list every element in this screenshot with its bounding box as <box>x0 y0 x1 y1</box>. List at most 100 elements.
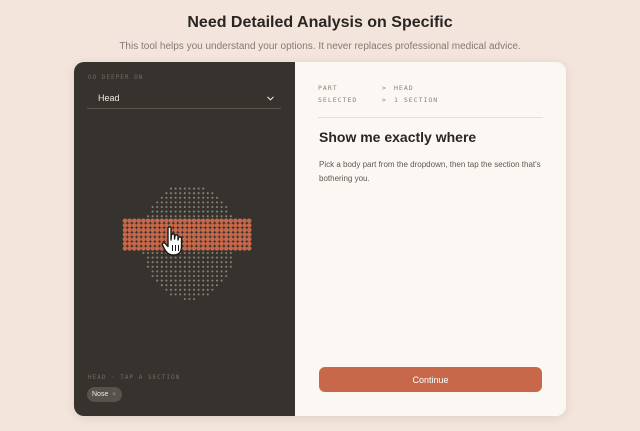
head-dot[interactable] <box>188 293 191 296</box>
head-dot[interactable] <box>188 210 191 213</box>
head-dot[interactable] <box>165 210 168 213</box>
head-dot-selected[interactable] <box>228 218 234 224</box>
head-dot[interactable] <box>183 274 186 278</box>
head-dot[interactable] <box>188 251 191 255</box>
head-dot[interactable] <box>183 279 186 282</box>
head-dot-selected[interactable] <box>173 227 178 233</box>
head-dot-selected[interactable] <box>237 223 243 228</box>
head-dot-selected[interactable] <box>182 236 188 242</box>
head-dot[interactable] <box>192 256 196 259</box>
head-dot-selected[interactable] <box>200 218 206 224</box>
head-dot[interactable] <box>215 205 219 209</box>
head-dot-selected[interactable] <box>182 227 188 233</box>
head-dot[interactable] <box>220 201 223 204</box>
head-dot-selected[interactable] <box>246 246 252 251</box>
head-dot-selected[interactable] <box>210 232 215 237</box>
head-dot-selected[interactable] <box>228 241 234 247</box>
head-dot-selected[interactable] <box>182 241 188 247</box>
head-dot[interactable] <box>215 215 219 218</box>
head-dot-selected[interactable] <box>127 227 132 233</box>
head-dot-selected[interactable] <box>196 232 201 237</box>
head-dot[interactable] <box>160 270 163 273</box>
head-dot[interactable] <box>165 261 168 264</box>
head-dot[interactable] <box>179 284 182 287</box>
head-dot[interactable] <box>188 284 191 287</box>
head-dot-selected[interactable] <box>191 236 197 242</box>
head-dot[interactable] <box>197 293 200 296</box>
head-dot[interactable] <box>206 293 209 296</box>
head-dot[interactable] <box>192 284 196 287</box>
head-dot[interactable] <box>179 279 182 282</box>
head-dot[interactable] <box>215 284 219 287</box>
head-dot[interactable] <box>160 251 163 255</box>
head-dot[interactable] <box>197 196 200 199</box>
head-dot[interactable] <box>192 196 196 199</box>
head-dot-selected[interactable] <box>164 218 169 224</box>
head-dot-selected[interactable] <box>242 236 247 242</box>
head-dot[interactable] <box>202 215 205 218</box>
head-dot-selected[interactable] <box>246 236 252 242</box>
head-dot-selected[interactable] <box>182 218 188 224</box>
head-dot[interactable] <box>215 201 219 204</box>
head-dot[interactable] <box>206 210 209 213</box>
head-dot[interactable] <box>220 265 223 268</box>
head-dot[interactable] <box>225 215 228 218</box>
head-dot-selected[interactable] <box>127 223 132 228</box>
head-dot[interactable] <box>206 265 209 268</box>
head-dot[interactable] <box>179 274 182 278</box>
head-dot[interactable] <box>183 256 186 259</box>
head-dot[interactable] <box>146 256 150 259</box>
head-dot[interactable] <box>192 274 196 278</box>
head-dot[interactable] <box>188 274 191 278</box>
head-dot-selected[interactable] <box>159 218 165 224</box>
head-dot[interactable] <box>156 251 159 255</box>
head-dot[interactable] <box>165 265 168 268</box>
head-dot[interactable] <box>183 210 186 213</box>
head-dot-selected[interactable] <box>173 223 178 228</box>
head-dot[interactable] <box>206 192 209 195</box>
head-dot[interactable] <box>169 288 173 291</box>
head-dot-selected[interactable] <box>187 246 192 251</box>
head-dot-selected[interactable] <box>237 232 243 237</box>
head-dot[interactable] <box>165 256 168 259</box>
head-dot-selected[interactable] <box>159 227 165 233</box>
head-dot-selected[interactable] <box>242 218 247 224</box>
head-dot[interactable] <box>202 201 205 204</box>
head-dot-selected[interactable] <box>182 246 188 251</box>
head-dot-selected[interactable] <box>187 223 192 228</box>
head-dot[interactable] <box>169 274 173 278</box>
selected-section-chip[interactable]: Nose × <box>87 387 122 402</box>
head-dot-selected[interactable] <box>187 218 192 224</box>
head-dot-selected[interactable] <box>219 227 224 233</box>
head-dot-selected[interactable] <box>150 227 155 233</box>
head-dot[interactable] <box>188 261 191 264</box>
head-dot[interactable] <box>188 270 191 273</box>
head-dot-selected[interactable] <box>242 246 247 251</box>
head-dot[interactable] <box>179 256 182 259</box>
head-dot[interactable] <box>211 265 214 268</box>
head-dot[interactable] <box>174 201 177 204</box>
head-dot[interactable] <box>169 265 173 268</box>
head-dot[interactable] <box>156 274 159 278</box>
head-dot-selected[interactable] <box>196 246 201 251</box>
head-dot-selected[interactable] <box>200 223 206 228</box>
head-dot[interactable] <box>169 201 173 204</box>
head-dot-selected[interactable] <box>233 236 238 242</box>
head-dot[interactable] <box>169 270 173 273</box>
head-dot[interactable] <box>211 284 214 287</box>
head-dot-selected[interactable] <box>214 241 220 247</box>
head-dot[interactable] <box>192 261 196 264</box>
head-dot[interactable] <box>160 205 163 209</box>
head-dot-selected[interactable] <box>200 246 206 251</box>
head-dot-selected[interactable] <box>228 232 234 237</box>
head-dot-selected[interactable] <box>150 232 155 237</box>
head-dot[interactable] <box>142 251 145 255</box>
head-dot[interactable] <box>169 279 173 282</box>
head-dot[interactable] <box>151 261 154 264</box>
head-dot-selected[interactable] <box>219 218 224 224</box>
head-dot-selected[interactable] <box>141 218 146 224</box>
head-dot-selected[interactable] <box>196 218 201 224</box>
head-dot[interactable] <box>197 201 200 204</box>
head-dot-selected[interactable] <box>141 223 146 228</box>
head-dot[interactable] <box>160 274 163 278</box>
